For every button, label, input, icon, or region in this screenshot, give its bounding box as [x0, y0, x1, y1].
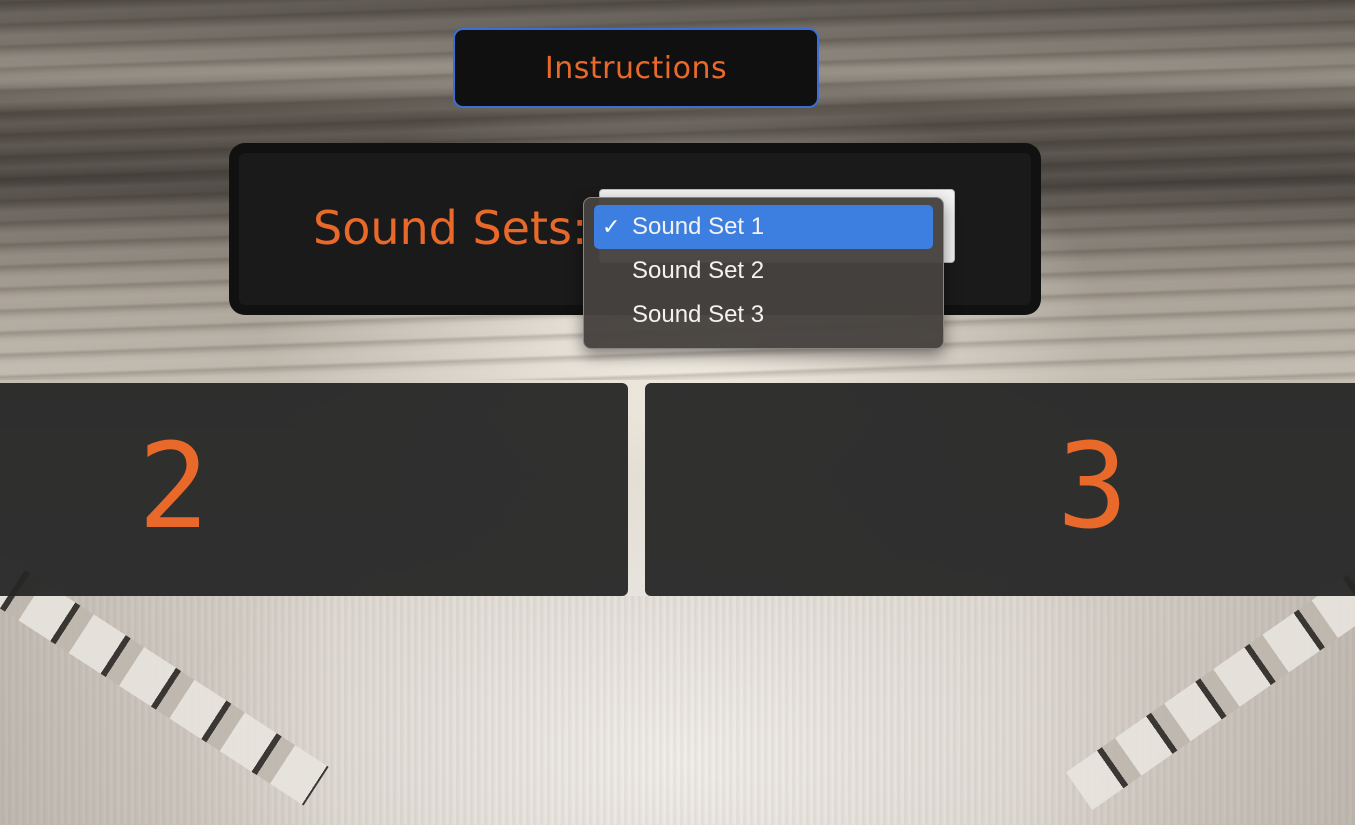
option-label: Sound Set 1 [632, 213, 765, 240]
option-label: Sound Set 3 [632, 301, 765, 328]
dropdown-option-sound-set-1[interactable]: ✓ Sound Set 1 [594, 205, 933, 249]
pad-3[interactable]: 3 [645, 383, 1355, 596]
pad-number: 2 [138, 417, 210, 555]
pad-2[interactable]: 2 [0, 383, 628, 596]
checkmark-icon: ✓ [602, 214, 621, 239]
dropdown-option-sound-set-2[interactable]: Sound Set 2 [594, 249, 933, 293]
sound-set-dropdown-menu: ✓ Sound Set 1 Sound Set 2 Sound Set 3 [583, 197, 944, 349]
pad-number: 3 [1057, 417, 1129, 555]
option-label: Sound Set 2 [632, 257, 765, 284]
dropdown-option-sound-set-3[interactable]: Sound Set 3 [594, 293, 933, 337]
instructions-button[interactable]: Instructions [453, 28, 819, 108]
sound-sets-label: Sound Sets: [313, 201, 588, 255]
